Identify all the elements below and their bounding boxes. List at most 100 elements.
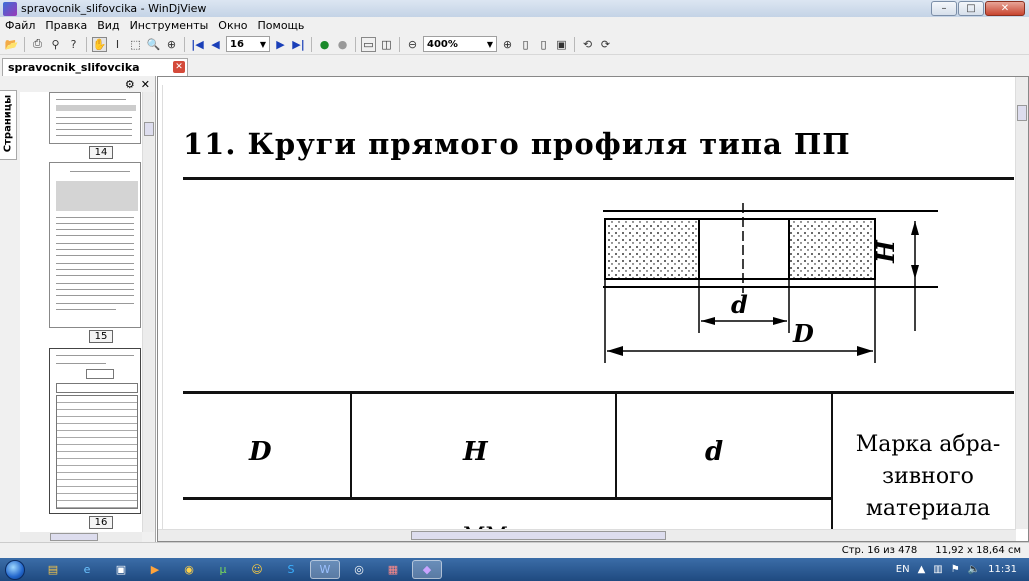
thumbnail-page-number: 14 (89, 146, 113, 159)
menu-tools[interactable]: Инструменты (125, 19, 214, 32)
winrar-icon[interactable]: ▦ (378, 560, 408, 579)
skype-icon[interactable]: S (276, 560, 306, 579)
print-icon[interactable]: ⎙ (30, 37, 45, 52)
back-icon[interactable]: ● (317, 37, 332, 52)
zoom-icon[interactable]: 🔍 (146, 37, 161, 52)
sidebar-horizontal-scrollbar[interactable] (20, 532, 142, 542)
single-page-icon[interactable]: ▭ (361, 36, 376, 52)
table-header-d: d (705, 437, 724, 467)
windjview-task-icon[interactable]: ◆ (412, 560, 442, 579)
app-icon-blue[interactable]: ◎ (344, 560, 374, 579)
diagram-label-h: H (870, 240, 900, 263)
sidebar-scroll-thumb[interactable] (144, 122, 154, 136)
menu-help[interactable]: Помощь (253, 19, 310, 32)
last-page-icon[interactable]: ▶| (291, 37, 306, 52)
chevron-down-icon: ▼ (486, 39, 494, 49)
internet-explorer-icon[interactable]: e (72, 560, 102, 579)
network-icon[interactable]: ▥ (933, 564, 942, 575)
zoom-value: 400% (427, 38, 458, 50)
sidebar-header: ⚙ ✕ (18, 78, 156, 92)
chrome-icon[interactable]: ◉ (174, 560, 204, 579)
document-hscroll-thumb[interactable] (411, 531, 666, 540)
window-title: spravocnik_slifovcika - WinDjView (21, 2, 207, 15)
menu-window[interactable]: Окно (213, 19, 252, 32)
toolbar-separator (24, 36, 25, 52)
page-thumbnail-current[interactable] (49, 348, 141, 514)
maximize-button[interactable]: □ (958, 1, 984, 16)
page-number-value: 16 (230, 38, 244, 50)
document-vertical-scrollbar[interactable] (1015, 77, 1028, 529)
chevron-down-icon: ▼ (259, 39, 267, 49)
page-number-combo[interactable]: 16 ▼ (226, 36, 270, 52)
sidebar-hscroll-thumb[interactable] (50, 533, 98, 541)
zoom-rect-icon[interactable]: ⊕ (164, 37, 179, 52)
document-tab[interactable]: spravocnik_slifovcika ✕ (2, 58, 188, 76)
explorer-icon[interactable]: ▤ (38, 560, 68, 579)
document-scroll-thumb[interactable] (1017, 105, 1027, 121)
menu-view[interactable]: Вид (92, 19, 124, 32)
language-indicator[interactable]: EN (896, 564, 910, 575)
fit-width-icon[interactable]: ▯ (536, 37, 551, 52)
open-folder-icon[interactable]: 📂 (4, 37, 19, 52)
gear-icon[interactable]: ⚙ (125, 78, 135, 92)
document-tab-bar: spravocnik_slifovcika ✕ (0, 55, 1029, 76)
media-player-icon[interactable]: ▶ (140, 560, 170, 579)
rotate-right-icon[interactable]: ⟳ (598, 37, 613, 52)
thumbnail-list: 14 15 16 (20, 92, 142, 532)
close-tab-icon[interactable]: ✕ (173, 61, 185, 73)
page-thumbnail[interactable] (49, 162, 141, 328)
zoom-out-icon[interactable]: ⊖ (405, 37, 420, 52)
rotate-left-icon[interactable]: ⟲ (580, 37, 595, 52)
pages-side-tab[interactable]: Страницы (0, 90, 17, 160)
facing-pages-icon[interactable]: ◫ (379, 37, 394, 52)
word-icon[interactable]: W (310, 560, 340, 579)
media-center-icon[interactable]: ▣ (106, 560, 136, 579)
app-icon-orange[interactable]: ☺ (242, 560, 272, 579)
zoom-in-icon[interactable]: ⊕ (500, 37, 515, 52)
actual-size-icon[interactable]: ▣ (554, 37, 569, 52)
toolbar-separator (311, 36, 312, 52)
start-button[interactable] (0, 558, 30, 581)
toolbar-separator (184, 36, 185, 52)
toolbar-separator (86, 36, 87, 52)
table-col-divider (350, 393, 352, 499)
thumbnail-page-number: 15 (89, 330, 113, 343)
table-mid-rule (183, 497, 833, 500)
title-bar: spravocnik_slifovcika - WinDjView – □ ✕ (0, 0, 1029, 17)
first-page-icon[interactable]: |◀ (190, 37, 205, 52)
minimize-button[interactable]: – (931, 1, 957, 16)
find-icon[interactable]: ⚲ (48, 37, 63, 52)
page-heading: 11. Круги прямого профиля типа ПП (183, 127, 851, 161)
zoom-combo[interactable]: 400% ▼ (423, 36, 497, 52)
toolbar: 📂 ⎙ ⚲ ? ✋ I ⬚ 🔍 ⊕ |◀ ◀ 16 ▼ ▶ ▶| ● ● ▭ ◫… (0, 34, 1029, 55)
table-header-abrasive-grade: Марка абра- зивного материала (855, 432, 1001, 521)
flag-icon[interactable]: ⚑ (951, 564, 960, 575)
table-top-rule (183, 391, 1014, 394)
fit-page-icon[interactable]: ▯ (518, 37, 533, 52)
close-button[interactable]: ✕ (985, 1, 1025, 16)
hand-tool-icon[interactable]: ✋ (92, 36, 107, 52)
document-view[interactable]: 11. Круги прямого профиля типа ПП H d D … (157, 76, 1029, 542)
clock[interactable]: 11:31 (988, 564, 1017, 575)
prev-page-icon[interactable]: ◀ (208, 37, 223, 52)
utorrent-icon[interactable]: μ (208, 560, 238, 579)
volume-icon[interactable]: 🔈 (968, 564, 980, 575)
close-sidebar-icon[interactable]: ✕ (141, 78, 150, 92)
page-thumbnail[interactable] (49, 92, 141, 144)
document-tab-label: spravocnik_slifovcika (8, 61, 140, 74)
document-horizontal-scrollbar[interactable] (158, 529, 1016, 541)
next-page-icon[interactable]: ▶ (273, 37, 288, 52)
sidebar-vertical-scrollbar[interactable] (142, 92, 154, 532)
windows-logo-icon (5, 559, 25, 580)
rect-select-icon[interactable]: ⬚ (128, 37, 143, 52)
help-icon[interactable]: ? (66, 37, 81, 52)
menu-edit[interactable]: Правка (40, 19, 92, 32)
toolbar-separator (399, 36, 400, 52)
forward-icon[interactable]: ● (335, 37, 350, 52)
tray-expand-icon[interactable]: ▲ (918, 564, 926, 575)
menu-file[interactable]: Файл (0, 19, 40, 32)
pages-side-tab-label: Страницы (2, 94, 14, 153)
diagram-label-d: d (731, 290, 748, 319)
menu-bar: Файл Правка Вид Инструменты Окно Помощь (0, 17, 1029, 34)
text-select-icon[interactable]: I (110, 37, 125, 52)
